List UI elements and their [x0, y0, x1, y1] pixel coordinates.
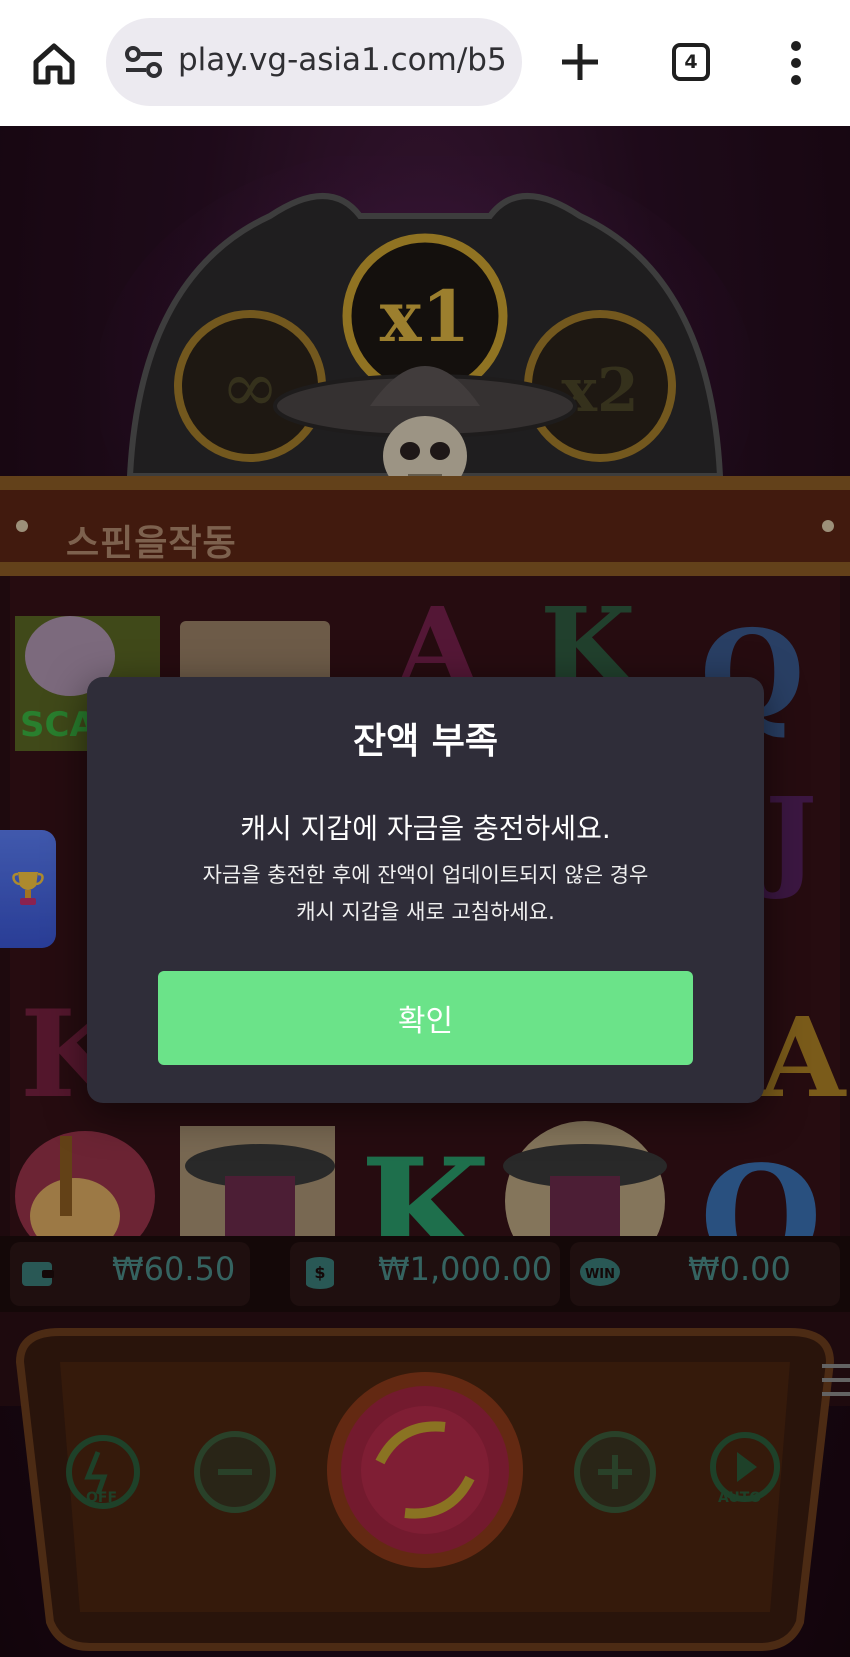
- dialog-subtext-line2: 캐시 지갑을 새로 고침하세요.: [296, 900, 555, 924]
- dialog-title: 잔액 부족: [352, 721, 498, 762]
- confirm-button[interactable]: 확인: [158, 971, 693, 1065]
- more-menu-icon[interactable]: [786, 40, 806, 86]
- new-tab-icon[interactable]: [558, 40, 602, 84]
- tab-count: 4: [684, 51, 698, 73]
- url-text: play.vg-asia1.com/b5: [178, 42, 507, 78]
- address-bar[interactable]: play.vg-asia1.com/b5: [106, 18, 522, 106]
- browser-toolbar: play.vg-asia1.com/b5 4: [0, 0, 850, 126]
- home-icon[interactable]: [28, 38, 80, 90]
- insufficient-balance-dialog: 잔액 부족 캐시 지갑에 자금을 충전하세요. 자금을 충전한 후에 잔액이 업…: [87, 677, 764, 1103]
- dialog-message: 캐시 지갑에 자금을 충전하세요.: [240, 812, 611, 845]
- tab-switcher-icon[interactable]: 4: [672, 43, 710, 81]
- dialog-subtext-line1: 자금을 충전한 후에 잔액이 업데이트되지 않은 경우: [202, 863, 649, 887]
- dialog-subtext: 자금을 충전한 후에 잔액이 업데이트되지 않은 경우 캐시 지갑을 새로 고침…: [87, 857, 764, 931]
- site-settings-icon[interactable]: [124, 44, 164, 80]
